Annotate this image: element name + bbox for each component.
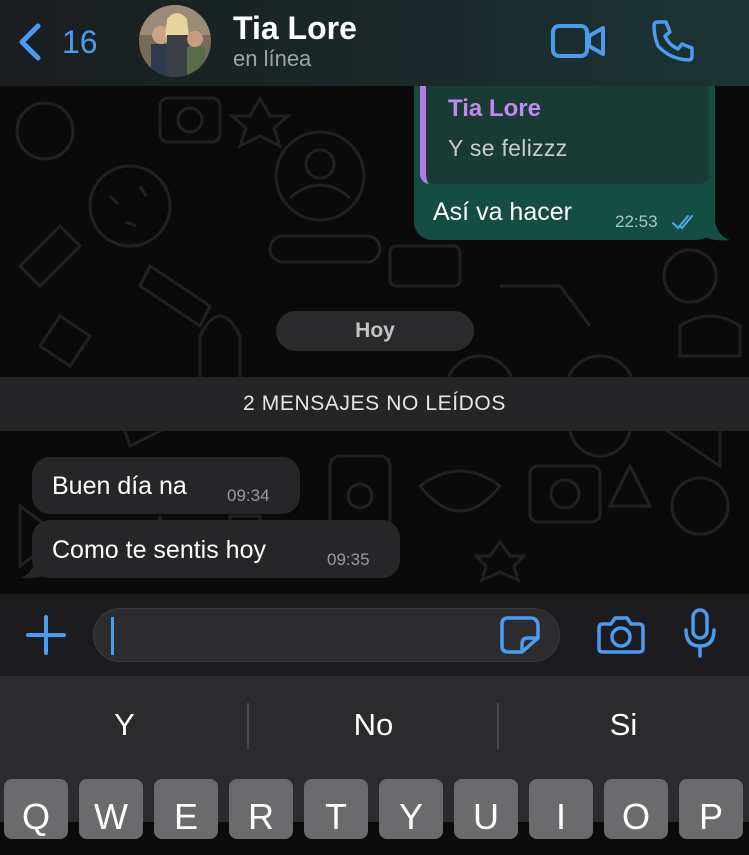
suggestion-si[interactable]: Si	[499, 700, 748, 750]
quote-text: Y se felizzz	[448, 135, 568, 161]
key-e[interactable]: E	[154, 779, 218, 839]
unread-chats-count: 16	[62, 23, 98, 60]
key-p[interactable]: P	[679, 779, 743, 839]
avatar-photo	[139, 5, 211, 77]
message-input[interactable]	[93, 608, 560, 662]
back-button[interactable]: 16	[14, 22, 98, 62]
chat-header	[0, 0, 749, 86]
key-o[interactable]: O	[604, 779, 668, 839]
incoming-message-time: 09:35	[327, 550, 370, 569]
sticker-icon[interactable]	[500, 616, 540, 654]
suggestion-y[interactable]: Y	[0, 700, 249, 750]
key-t[interactable]: T	[304, 779, 368, 839]
incoming-message-text: Buen día na	[52, 472, 187, 500]
key-r[interactable]: R	[229, 779, 293, 839]
unread-messages-banner: 2 MENSAJES NO LEÍDOS	[0, 377, 749, 431]
bubble-tail	[700, 222, 730, 241]
phone-call-icon[interactable]	[650, 18, 696, 64]
read-ticks-icon	[672, 215, 693, 230]
contact-status: en línea	[233, 46, 312, 71]
outgoing-message-text: Así va hacer	[433, 198, 572, 226]
quote-author: Tia Lore	[448, 95, 541, 122]
microphone-icon[interactable]	[683, 608, 717, 658]
key-q[interactable]: Q	[4, 779, 68, 839]
outgoing-message-time: 22:53	[615, 212, 658, 231]
key-i[interactable]: I	[529, 779, 593, 839]
date-separator: Hoy	[276, 311, 474, 351]
bubble-tail	[20, 560, 50, 579]
plus-icon[interactable]	[24, 613, 68, 657]
key-u[interactable]: U	[454, 779, 518, 839]
key-w[interactable]: W	[79, 779, 143, 839]
avatar[interactable]	[139, 5, 211, 77]
incoming-message-time: 09:34	[227, 486, 270, 505]
contact-name[interactable]: Tia Lore	[233, 10, 357, 47]
video-call-icon[interactable]	[551, 20, 607, 62]
incoming-message-text: Como te sentis hoy	[52, 536, 266, 564]
chevron-left-icon	[19, 23, 41, 61]
key-y[interactable]: Y	[379, 779, 443, 839]
camera-icon[interactable]	[597, 614, 645, 654]
suggestion-no[interactable]: No	[249, 700, 498, 750]
text-caret	[111, 617, 114, 655]
